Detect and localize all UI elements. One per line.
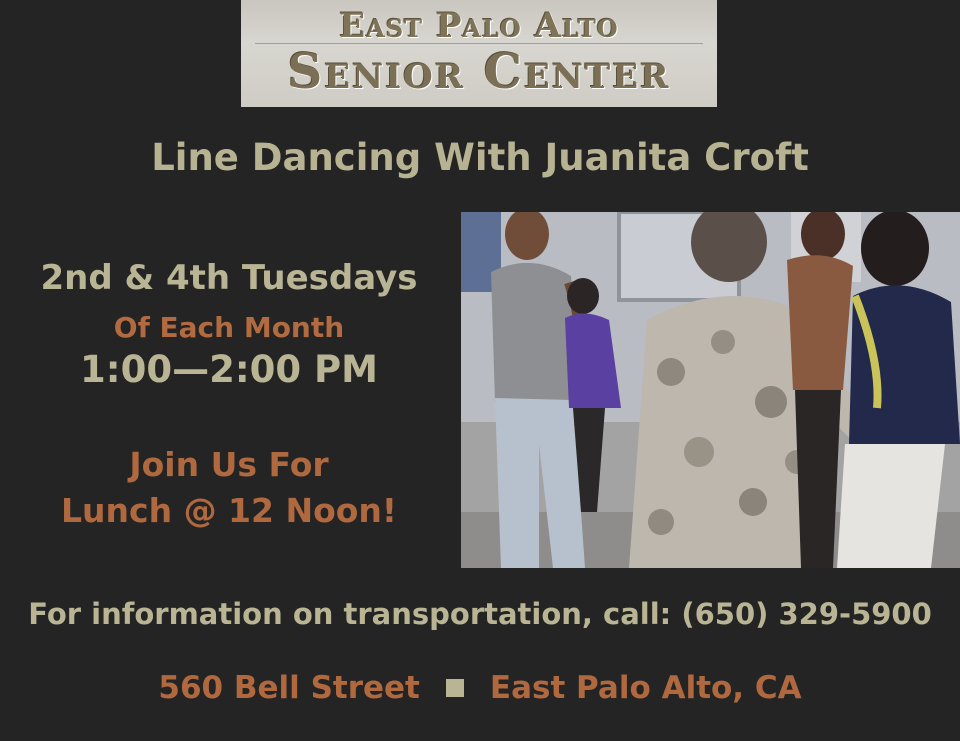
event-title: Line Dancing With Juanita Croft	[151, 136, 809, 179]
dancers-illustration	[461, 212, 960, 568]
city-state: East Palo Alto, CA	[489, 670, 802, 706]
lunch-invite-line2: Lunch @ 12 Noon!	[61, 491, 397, 530]
schedule-month: Of Each Month	[113, 311, 345, 344]
transportation-info: For information on transportation, call:…	[28, 597, 932, 631]
lunch-invite-line1: Join Us For	[129, 445, 329, 484]
senior-center-logo: East Palo Alto Senior Center	[241, 0, 717, 107]
street-address: 560 Bell Street	[158, 670, 420, 706]
square-bullet-icon	[445, 679, 464, 697]
schedule-time: 1:00—2:00 PM	[80, 348, 378, 391]
address-line: 560 Bell Street East Palo Alto, CA	[0, 670, 960, 706]
flyer: East Palo Alto Senior Center Line Dancin…	[0, 0, 960, 741]
logo-center-name: Senior Center	[287, 44, 671, 100]
logo-city-name: East Palo Alto	[339, 6, 619, 46]
line-dancing-photo	[461, 212, 960, 568]
schedule-days: 2nd & 4th Tuesdays	[40, 258, 418, 298]
